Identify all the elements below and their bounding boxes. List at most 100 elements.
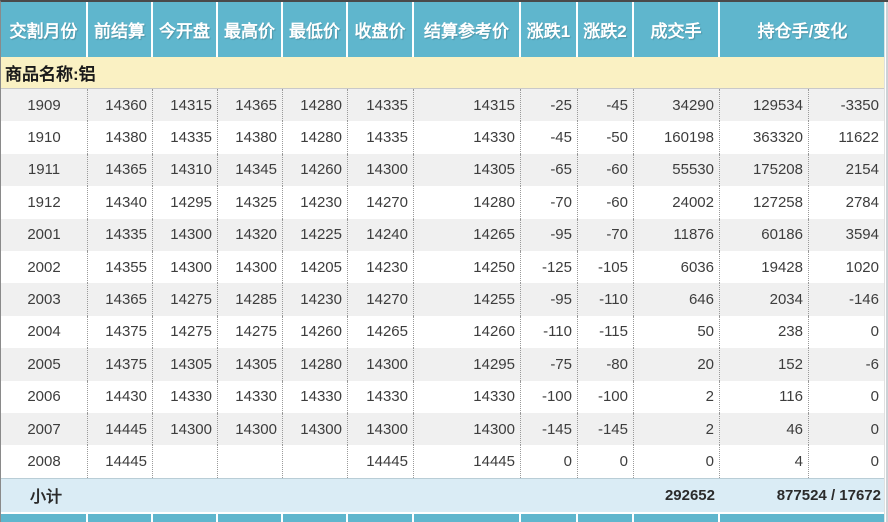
cell-oi-change: 0 xyxy=(809,381,885,413)
subtotal-label: 小计 xyxy=(1,479,153,512)
cell-low: 14300 xyxy=(283,413,348,445)
cell-delivery-month: 1909 xyxy=(1,89,88,121)
table-row[interactable]: 2008 14445 14445 14445 0 0 0 4 0 xyxy=(1,445,885,477)
cell-delivery-month: 2006 xyxy=(1,381,88,413)
next-header-cell xyxy=(218,514,283,522)
cell-close: 14230 xyxy=(348,251,414,283)
subtotal-spacer xyxy=(153,479,634,512)
cell-volume: 2 xyxy=(634,381,720,413)
next-header-cell xyxy=(578,514,634,522)
cell-low: 14205 xyxy=(283,251,348,283)
cell-change2: -60 xyxy=(578,154,634,186)
cell-low: 14280 xyxy=(283,121,348,153)
cell-settlement-ref: 14305 xyxy=(414,154,521,186)
cell-change1: -125 xyxy=(521,251,578,283)
cell-oi-change: 0 xyxy=(809,413,885,445)
cell-open-interest: 60186 xyxy=(720,219,809,251)
scrollbar-track[interactable] xyxy=(884,2,888,522)
table-row[interactable]: 2002 14355 14300 14300 14205 14230 14250… xyxy=(1,251,885,283)
cell-delivery-month: 1911 xyxy=(1,154,88,186)
table-row[interactable]: 2001 14335 14300 14320 14225 14240 14265… xyxy=(1,219,885,251)
col-header-change2: 涨跌2 xyxy=(578,2,634,57)
cell-change2: -60 xyxy=(578,186,634,218)
subtotal-volume: 292652 xyxy=(634,479,720,512)
col-header-prev-settlement: 前结算 xyxy=(88,2,153,57)
table-row[interactable]: 1911 14365 14310 14345 14260 14300 14305… xyxy=(1,154,885,186)
cell-delivery-month: 2002 xyxy=(1,251,88,283)
table-body: 1909 14360 14315 14365 14280 14335 14315… xyxy=(1,89,885,478)
cell-open-interest: 152 xyxy=(720,348,809,380)
cell-oi-change: -6 xyxy=(809,348,885,380)
cell-open: 14315 xyxy=(153,89,218,121)
cell-settlement-ref: 14255 xyxy=(414,283,521,315)
cell-close: 14300 xyxy=(348,348,414,380)
table-row[interactable]: 2005 14375 14305 14305 14280 14300 14295… xyxy=(1,348,885,380)
next-header-cell xyxy=(720,514,885,522)
cell-close: 14265 xyxy=(348,316,414,348)
table-row[interactable]: 1909 14360 14315 14365 14280 14335 14315… xyxy=(1,89,885,121)
cell-close: 14300 xyxy=(348,154,414,186)
cell-prev-settlement: 14380 xyxy=(88,121,153,153)
col-header-volume: 成交手 xyxy=(634,2,720,57)
cell-high: 14275 xyxy=(218,316,283,348)
cell-settlement-ref: 14265 xyxy=(414,219,521,251)
col-header-delivery-month: 交割月份 xyxy=(1,2,88,57)
next-header-cell xyxy=(414,514,521,522)
cell-change1: -95 xyxy=(521,283,578,315)
col-header-settlement-ref: 结算参考价 xyxy=(414,2,521,57)
cell-close: 14270 xyxy=(348,186,414,218)
cell-open-interest: 46 xyxy=(720,413,809,445)
cell-low: 14230 xyxy=(283,186,348,218)
cell-volume: 6036 xyxy=(634,251,720,283)
table-row[interactable]: 2004 14375 14275 14275 14260 14265 14260… xyxy=(1,316,885,348)
cell-volume: 34290 xyxy=(634,89,720,121)
next-header-cell xyxy=(634,514,720,522)
cell-low: 14260 xyxy=(283,154,348,186)
cell-close: 14330 xyxy=(348,381,414,413)
cell-oi-change: 1020 xyxy=(809,251,885,283)
table-row[interactable]: 2003 14365 14275 14285 14230 14270 14255… xyxy=(1,283,885,315)
cell-change2: -50 xyxy=(578,121,634,153)
cell-open: 14275 xyxy=(153,283,218,315)
cell-prev-settlement: 14340 xyxy=(88,186,153,218)
cell-close: 14270 xyxy=(348,283,414,315)
cell-close: 14445 xyxy=(348,445,414,477)
cell-open-interest: 129534 xyxy=(720,89,809,121)
table-row[interactable]: 2007 14445 14300 14300 14300 14300 14300… xyxy=(1,413,885,445)
cell-change2: -80 xyxy=(578,348,634,380)
product-name-label: 商品名称:铝 xyxy=(5,60,96,85)
cell-low xyxy=(283,445,348,477)
next-header-cell xyxy=(88,514,153,522)
cell-open-interest: 2034 xyxy=(720,283,809,315)
cell-open-interest: 175208 xyxy=(720,154,809,186)
cell-change2: -110 xyxy=(578,283,634,315)
cell-prev-settlement: 14375 xyxy=(88,348,153,380)
product-name-band: 商品名称:铝 xyxy=(1,57,885,89)
cell-volume: 50 xyxy=(634,316,720,348)
table-row[interactable]: 2006 14430 14330 14330 14330 14330 14330… xyxy=(1,381,885,413)
cell-volume: 20 xyxy=(634,348,720,380)
cell-delivery-month: 1910 xyxy=(1,121,88,153)
cell-high: 14365 xyxy=(218,89,283,121)
cell-change2: -70 xyxy=(578,219,634,251)
table-header-row: 交割月份 前结算 今开盘 最高价 最低价 收盘价 结算参考价 涨跌1 涨跌2 成… xyxy=(1,2,885,57)
cell-prev-settlement: 14445 xyxy=(88,413,153,445)
cell-settlement-ref: 14330 xyxy=(414,121,521,153)
cell-open-interest: 116 xyxy=(720,381,809,413)
table-row[interactable]: 1912 14340 14295 14325 14230 14270 14280… xyxy=(1,186,885,218)
cell-close: 14335 xyxy=(348,121,414,153)
cell-low: 14260 xyxy=(283,316,348,348)
cell-high: 14300 xyxy=(218,413,283,445)
cell-oi-change: 0 xyxy=(809,316,885,348)
col-header-open: 今开盘 xyxy=(153,2,218,57)
cell-open-interest: 363320 xyxy=(720,121,809,153)
table-row[interactable]: 1910 14380 14335 14380 14280 14335 14330… xyxy=(1,121,885,153)
cell-open-interest: 19428 xyxy=(720,251,809,283)
cell-settlement-ref: 14250 xyxy=(414,251,521,283)
cell-change2: -45 xyxy=(578,89,634,121)
cell-open: 14330 xyxy=(153,381,218,413)
cell-settlement-ref: 14295 xyxy=(414,348,521,380)
next-header-cell xyxy=(153,514,218,522)
cell-oi-change: 3594 xyxy=(809,219,885,251)
cell-high: 14285 xyxy=(218,283,283,315)
